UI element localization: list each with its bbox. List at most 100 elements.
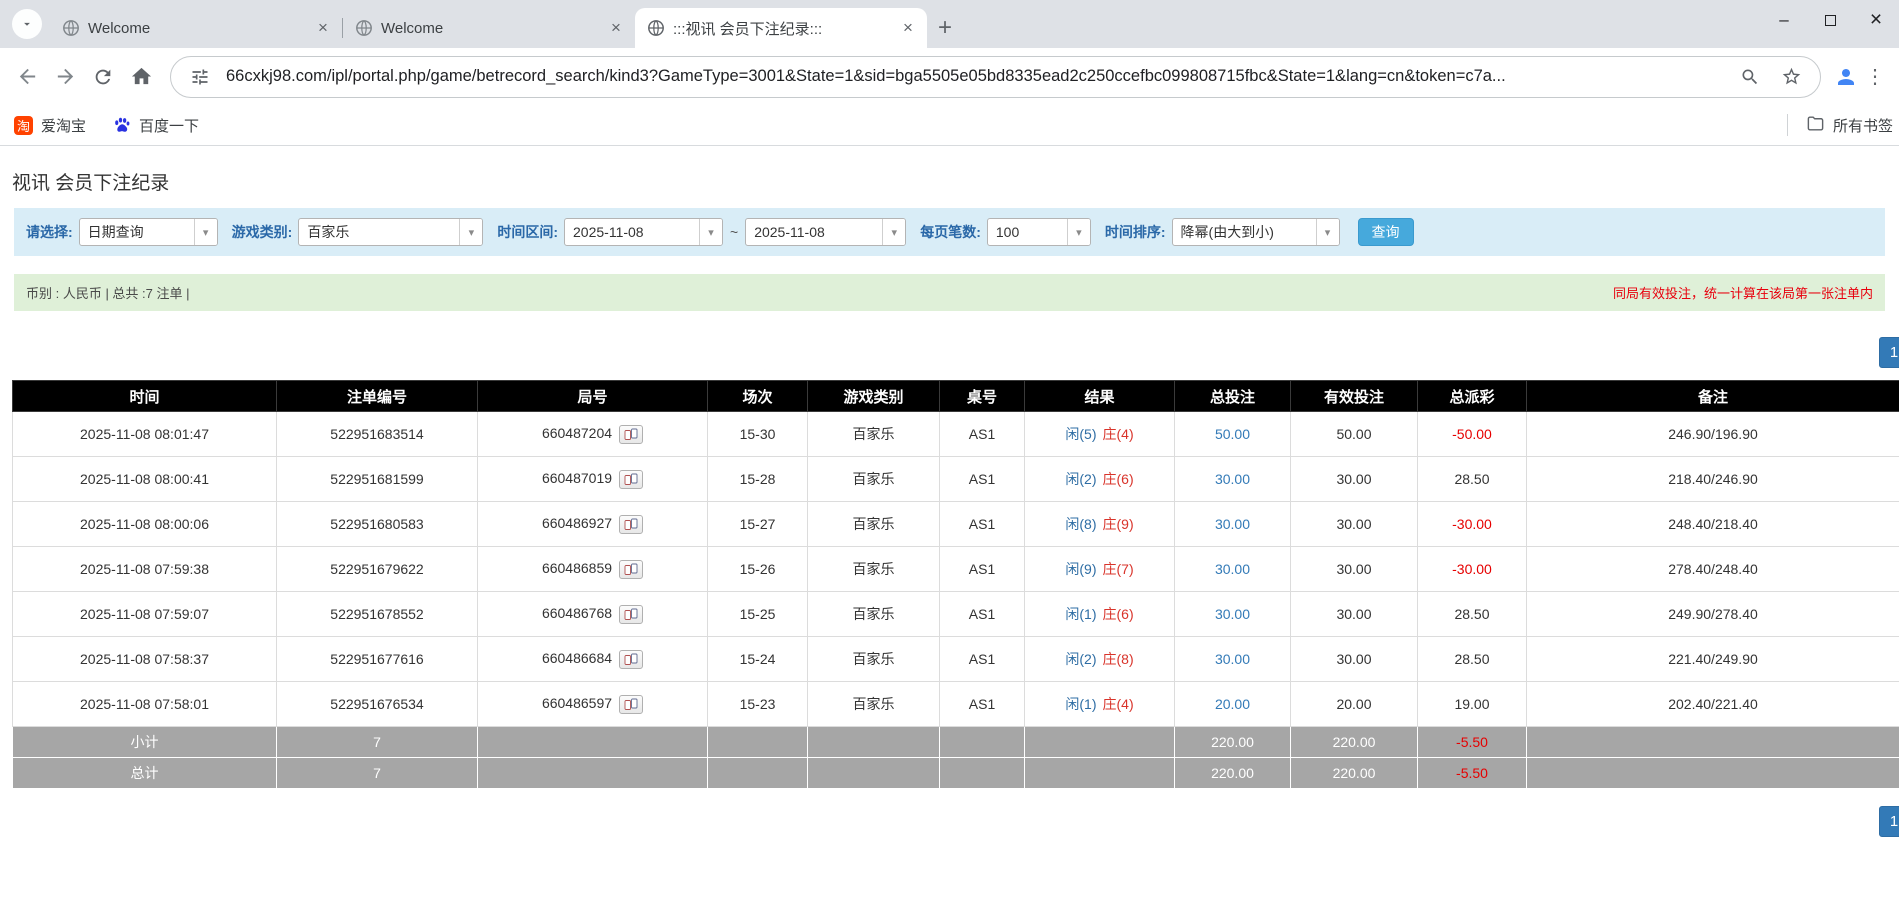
view-cards-icon[interactable] xyxy=(619,695,643,714)
menu-kebab-icon[interactable]: ⋮ xyxy=(1861,64,1889,89)
reload-button[interactable] xyxy=(84,58,122,96)
bookmark-taobao[interactable]: 淘 爱淘宝 xyxy=(14,115,86,136)
game-type-select[interactable]: 百家乐 ▾ xyxy=(298,218,483,246)
chevron-down-icon[interactable]: ▾ xyxy=(194,219,217,245)
table-header-row: 时间 注单编号 局号 场次 游戏类别 桌号 结果 总投注 有效投注 总派彩 备注 xyxy=(13,381,1899,412)
cell-valid-bet: 20.00 xyxy=(1291,682,1418,727)
tab-search-button[interactable] xyxy=(12,9,42,39)
view-cards-icon[interactable] xyxy=(619,515,643,534)
date-to-select[interactable]: 2025-11-08 ▾ xyxy=(745,218,906,246)
folder-icon xyxy=(1806,114,1825,137)
page-size-select[interactable]: 100 ▾ xyxy=(987,218,1091,246)
result-player: 闲(2) xyxy=(1065,651,1096,667)
home-button[interactable] xyxy=(122,58,160,96)
url-text[interactable]: 66cxkj98.com/ipl/portal.php/game/betreco… xyxy=(226,67,1724,86)
tab-close-icon[interactable]: × xyxy=(605,17,627,39)
pagination-bottom: 1 xyxy=(0,806,1899,837)
cell-payout: -50.00 xyxy=(1418,412,1527,457)
empty-cell xyxy=(1527,727,1899,758)
maximize-button[interactable] xyxy=(1807,0,1853,40)
cell-round: 660486768 xyxy=(478,592,708,637)
cell-table-no: AS1 xyxy=(940,547,1025,592)
game-type-value: 百家乐 xyxy=(299,219,459,245)
cell-round: 660487019 xyxy=(478,457,708,502)
bookmarks-separator xyxy=(1787,114,1788,136)
chevron-down-icon[interactable]: ▾ xyxy=(1067,219,1090,245)
cell-time: 2025-11-08 08:00:41 xyxy=(13,457,277,502)
cell-round: 660486859 xyxy=(478,547,708,592)
cell-round: 660486927 xyxy=(478,502,708,547)
cell-total-bet[interactable]: 30.00 xyxy=(1175,547,1291,592)
zoom-icon[interactable] xyxy=(1735,62,1765,92)
new-tab-button[interactable]: + xyxy=(927,10,963,46)
chevron-down-icon[interactable]: ▾ xyxy=(882,219,905,245)
subtotal-valid-bet: 220.00 xyxy=(1291,727,1418,758)
view-cards-icon[interactable] xyxy=(619,560,643,579)
summary-bar: 币别 : 人民币 | 总共 :7 注单 | 同局有效投注，统一计算在该局第一张注… xyxy=(14,274,1885,311)
site-settings-icon[interactable] xyxy=(185,62,215,92)
cell-total-bet[interactable]: 30.00 xyxy=(1175,457,1291,502)
cell-valid-bet: 30.00 xyxy=(1291,637,1418,682)
cell-total-bet[interactable]: 30.00 xyxy=(1175,592,1291,637)
empty-cell xyxy=(1527,758,1899,789)
pagination-page-1[interactable]: 1 xyxy=(1879,337,1899,368)
page-content: 视讯 会员下注纪录 请选择: 日期查询 ▾ 游戏类别: 百家乐 ▾ 时间区间: … xyxy=(0,168,1899,837)
maximize-icon xyxy=(1825,15,1836,26)
bookmark-baidu[interactable]: 百度一下 xyxy=(112,115,199,136)
cell-total-bet[interactable]: 20.00 xyxy=(1175,682,1291,727)
cell-note: 218.40/246.90 xyxy=(1527,457,1899,502)
result-banker: 庄(8) xyxy=(1103,651,1134,667)
cell-total-bet[interactable]: 30.00 xyxy=(1175,637,1291,682)
minimize-button[interactable]: – xyxy=(1761,0,1807,40)
cell-session: 15-24 xyxy=(708,637,808,682)
bookmark-star-icon[interactable] xyxy=(1776,62,1806,92)
back-button[interactable] xyxy=(8,58,46,96)
profile-avatar-icon[interactable] xyxy=(1831,62,1861,92)
cell-total-bet[interactable]: 30.00 xyxy=(1175,502,1291,547)
view-cards-icon[interactable] xyxy=(619,470,643,489)
column-header-result: 结果 xyxy=(1025,381,1175,412)
view-cards-icon[interactable] xyxy=(619,605,643,624)
query-type-select[interactable]: 日期查询 ▾ xyxy=(79,218,218,246)
pagination-page-1[interactable]: 1 xyxy=(1879,806,1899,837)
cell-note: 202.40/221.40 xyxy=(1527,682,1899,727)
chevron-down-icon[interactable]: ▾ xyxy=(1316,219,1339,245)
total-label: 总计 xyxy=(13,758,277,789)
cell-result: 闲(1)庄(4) xyxy=(1025,682,1175,727)
view-cards-icon[interactable] xyxy=(619,425,643,444)
cell-note: 278.40/248.40 xyxy=(1527,547,1899,592)
view-cards-icon[interactable] xyxy=(619,650,643,669)
chevron-down-icon[interactable]: ▾ xyxy=(459,219,482,245)
column-header-note: 备注 xyxy=(1527,381,1899,412)
browser-tab-1[interactable]: Welcome × xyxy=(50,8,342,48)
taobao-icon: 淘 xyxy=(14,116,33,135)
tab-close-icon[interactable]: × xyxy=(897,17,919,39)
empty-cell xyxy=(1025,727,1175,758)
tab-title: Welcome xyxy=(88,20,304,37)
address-bar[interactable]: 66cxkj98.com/ipl/portal.php/game/betreco… xyxy=(170,56,1821,98)
cell-time: 2025-11-08 07:59:07 xyxy=(13,592,277,637)
close-button[interactable]: × xyxy=(1853,0,1899,40)
date-from-select[interactable]: 2025-11-08 ▾ xyxy=(564,218,723,246)
chevron-down-icon[interactable]: ▾ xyxy=(699,219,722,245)
subtotal-total-bet: 220.00 xyxy=(1175,727,1291,758)
filter-bar: 请选择: 日期查询 ▾ 游戏类别: 百家乐 ▾ 时间区间: 2025-11-08… xyxy=(14,208,1885,256)
baidu-icon xyxy=(112,116,131,135)
cell-bet-id: 522951680583 xyxy=(277,502,478,547)
cell-payout: 28.50 xyxy=(1418,592,1527,637)
empty-cell xyxy=(808,727,940,758)
browser-tab-2[interactable]: Welcome × xyxy=(343,8,635,48)
sort-select[interactable]: 降幂(由大到小) ▾ xyxy=(1172,218,1340,246)
browser-tab-3-active[interactable]: :::视讯 会员下注纪录::: × xyxy=(635,8,927,48)
all-bookmarks-button[interactable]: 所有书签 xyxy=(1787,114,1893,137)
cell-session: 15-25 xyxy=(708,592,808,637)
forward-button[interactable] xyxy=(46,58,84,96)
tab-close-icon[interactable]: × xyxy=(312,17,334,39)
search-button[interactable]: 查询 xyxy=(1358,218,1414,246)
cell-table-no: AS1 xyxy=(940,412,1025,457)
column-header-bet-id: 注单编号 xyxy=(277,381,478,412)
cell-total-bet[interactable]: 50.00 xyxy=(1175,412,1291,457)
cell-table-no: AS1 xyxy=(940,502,1025,547)
total-count: 7 xyxy=(277,758,478,789)
round-number: 660486597 xyxy=(542,695,612,711)
